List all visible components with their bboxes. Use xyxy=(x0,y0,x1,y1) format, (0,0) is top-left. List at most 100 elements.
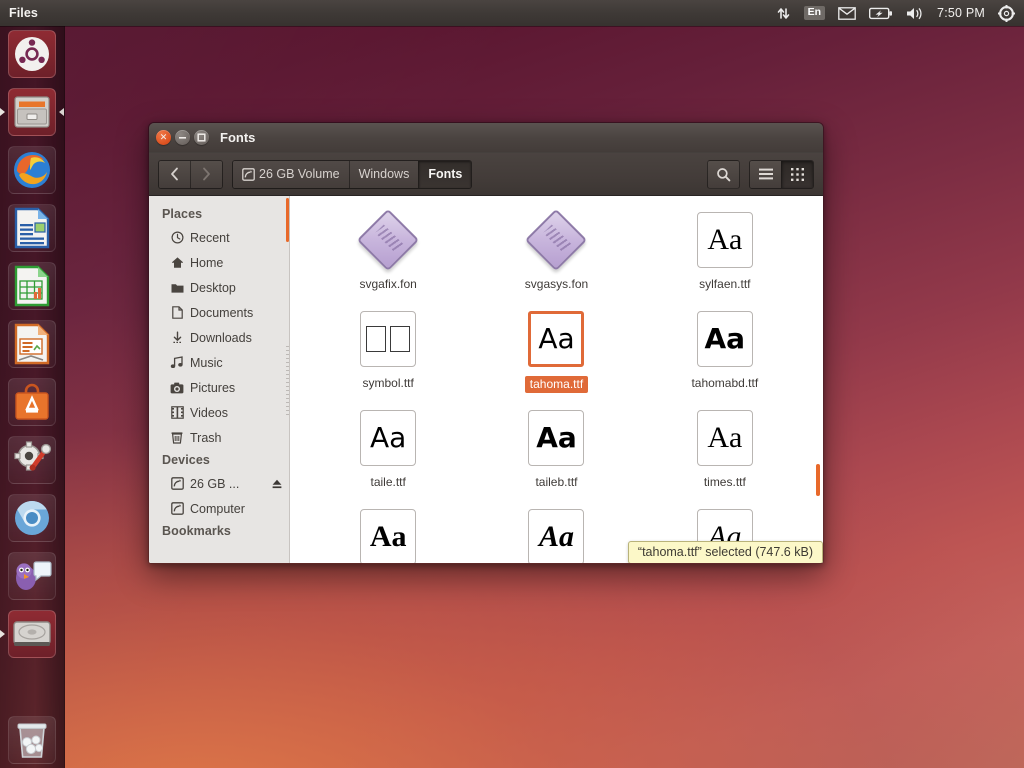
file-item[interactable]: symbol.ttf xyxy=(304,301,472,400)
settings-gear-wrench-icon xyxy=(9,437,55,483)
breadcrumb-item-volume[interactable]: 26 GB Volume xyxy=(233,161,349,188)
panel-left-group: Files xyxy=(0,6,38,20)
sidebar-item-downloads[interactable]: Downloads xyxy=(149,325,289,350)
icon-view-icon xyxy=(791,168,804,181)
trash-icon xyxy=(170,431,184,445)
launcher-item-chromium[interactable] xyxy=(8,494,56,542)
top-panel: Files En xyxy=(0,0,1024,26)
file-icon-wrap: Aa xyxy=(528,307,584,371)
file-icon-wrap: Aa xyxy=(360,406,416,470)
file-item[interactable]: svgasys.fon xyxy=(472,202,640,301)
file-item[interactable]: Aa taileb.ttf xyxy=(472,400,640,499)
keyboard-layout-label: En xyxy=(804,6,825,20)
eject-icon[interactable] xyxy=(271,478,283,490)
home-icon xyxy=(170,256,184,270)
sidebar-item-recent[interactable]: Recent xyxy=(149,225,289,250)
file-label: svgafix.fon xyxy=(356,277,419,292)
film-icon xyxy=(170,406,184,420)
launcher-item-firefox[interactable] xyxy=(8,146,56,194)
launcher-item-libreoffice-impress[interactable] xyxy=(8,320,56,368)
launcher-item-trash[interactable] xyxy=(8,716,56,764)
launcher-item-system-settings[interactable] xyxy=(8,436,56,484)
sidebar-label-disk-26gb: 26 GB ... xyxy=(190,477,239,491)
file-icon-wrap xyxy=(534,208,578,272)
file-item-selected[interactable]: Aa tahoma.ttf xyxy=(472,301,640,400)
sidebar-label-desktop: Desktop xyxy=(190,281,236,295)
file-label: symbol.ttf xyxy=(359,376,416,391)
file-item[interactable]: Aa tahomabd.ttf xyxy=(641,301,809,400)
file-label: tahomabd.ttf xyxy=(688,376,761,391)
forward-button[interactable] xyxy=(190,161,222,188)
places-sidebar[interactable]: Places Recent Home xyxy=(149,196,290,564)
panel-app-menu-title[interactable]: Files xyxy=(9,6,38,20)
launcher-item-pidgin[interactable] xyxy=(8,552,56,600)
calc-spreadsheet-icon xyxy=(9,263,55,309)
sidebar-item-pictures[interactable]: Pictures xyxy=(149,375,289,400)
file-icon-view[interactable]: svgafix.fon svgasys.fon Aa sylfaen.ttf xyxy=(290,196,823,564)
file-item[interactable]: Aa taile.ttf xyxy=(304,400,472,499)
minimize-button[interactable] xyxy=(175,130,190,145)
battery-icon[interactable] xyxy=(869,0,893,26)
keyboard-layout-indicator[interactable]: En xyxy=(804,0,825,26)
messaging-icon[interactable] xyxy=(838,0,856,26)
download-icon xyxy=(170,331,184,345)
back-button[interactable] xyxy=(159,161,190,188)
launcher-item-ubuntu-software[interactable] xyxy=(8,378,56,426)
fon-font-icon xyxy=(525,209,587,271)
file-item[interactable]: Aa sylfaen.ttf xyxy=(641,202,809,301)
network-icon[interactable] xyxy=(776,0,791,26)
launcher-item-dash-home[interactable] xyxy=(8,30,56,78)
sidebar-item-documents[interactable]: Documents xyxy=(149,300,289,325)
sidebar-item-trash[interactable]: Trash xyxy=(149,425,289,450)
launcher-item-libreoffice-writer[interactable] xyxy=(8,204,56,252)
maximize-button[interactable] xyxy=(194,130,209,145)
sidebar-label-documents: Documents xyxy=(190,306,253,320)
launcher-item-disk-26gb[interactable] xyxy=(8,610,56,658)
file-item[interactable]: Aa xyxy=(304,499,472,564)
file-icon-wrap: Aa xyxy=(528,406,584,470)
sidebar-item-videos[interactable]: Videos xyxy=(149,400,289,425)
window-body: Places Recent Home xyxy=(149,196,823,564)
close-button[interactable]: ✕ xyxy=(156,130,171,145)
launcher-item-libreoffice-calc[interactable] xyxy=(8,262,56,310)
sidebar-item-music[interactable]: Music xyxy=(149,350,289,375)
launcher-focus-pip-right xyxy=(59,108,64,116)
status-tooltip: “tahoma.ttf” selected (747.6 kB) xyxy=(628,541,823,564)
sidebar-label-recent: Recent xyxy=(190,231,230,245)
volume-icon[interactable] xyxy=(906,0,924,26)
clock-indicator[interactable]: 7:50 PM xyxy=(937,6,985,20)
file-item[interactable]: Aa times.ttf xyxy=(641,400,809,499)
file-item[interactable]: Aa xyxy=(472,499,640,564)
sidebar-label-videos: Videos xyxy=(190,406,228,420)
camera-icon xyxy=(170,381,184,395)
list-view-button[interactable] xyxy=(750,161,781,188)
firefox-icon xyxy=(9,147,55,193)
sidebar-scrollbar[interactable] xyxy=(286,198,289,242)
breadcrumb: 26 GB Volume Windows Fonts xyxy=(232,160,472,189)
sidebar-label-computer: Computer xyxy=(190,502,245,516)
sidebar-item-home[interactable]: Home xyxy=(149,250,289,275)
sidebar-item-computer[interactable]: Computer xyxy=(149,496,289,521)
sidebar-item-desktop[interactable]: Desktop xyxy=(149,275,289,300)
font-preview-tile: Aa xyxy=(697,410,753,466)
search-button[interactable] xyxy=(707,160,740,189)
breadcrumb-item-windows[interactable]: Windows xyxy=(349,161,419,188)
search-icon xyxy=(716,167,731,182)
sidebar-resize-handle[interactable] xyxy=(286,346,289,416)
sidebar-item-disk-26gb[interactable]: 26 GB ... xyxy=(149,471,289,496)
icon-view-button[interactable] xyxy=(781,161,813,188)
gear-icon[interactable] xyxy=(998,0,1015,26)
sidebar-heading-bookmarks: Bookmarks xyxy=(149,521,289,542)
font-preview-tile-symbol xyxy=(360,311,416,367)
drive-icon xyxy=(170,502,184,516)
window-titlebar[interactable]: ✕ Fonts xyxy=(149,123,823,153)
file-label: taileb.ttf xyxy=(532,475,580,490)
view-mode-group xyxy=(749,160,814,189)
file-label: sylfaen.ttf xyxy=(696,277,753,292)
font-preview-tile: Aa xyxy=(528,509,584,564)
launcher-item-files[interactable] xyxy=(8,88,56,136)
file-item[interactable]: svgafix.fon xyxy=(304,202,472,301)
sidebar-label-downloads: Downloads xyxy=(190,331,252,345)
breadcrumb-item-fonts[interactable]: Fonts xyxy=(418,161,471,188)
sidebar-heading-places: Places xyxy=(149,204,289,225)
